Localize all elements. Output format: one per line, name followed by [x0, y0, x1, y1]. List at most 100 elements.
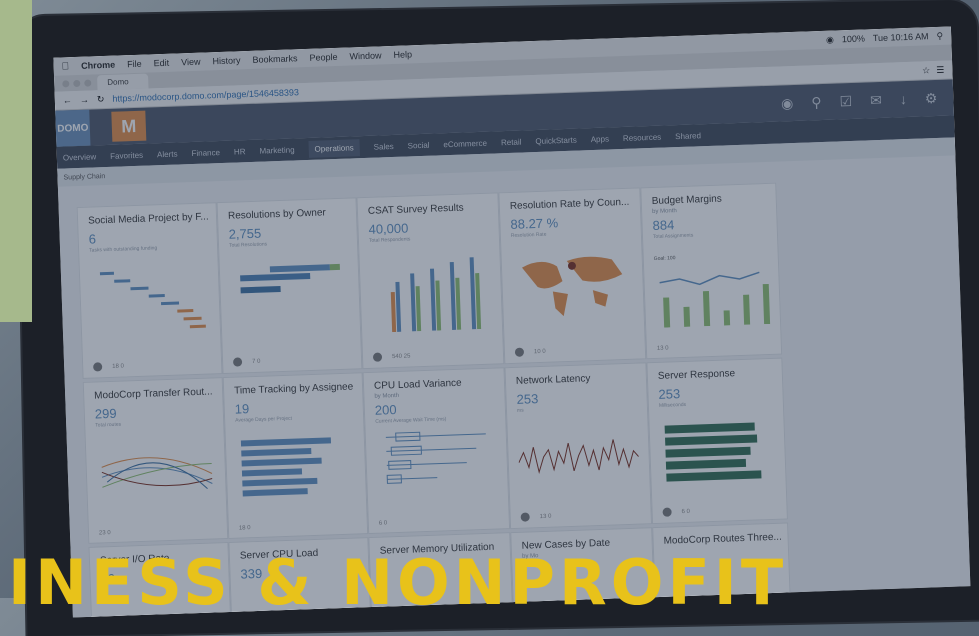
menu-people[interactable]: People [309, 52, 337, 63]
menu-bookmarks[interactable]: Bookmarks [252, 53, 297, 65]
nav-finance[interactable]: Finance [191, 148, 220, 158]
card-value: 299 [94, 405, 117, 422]
card-footer: 6 0 [662, 507, 690, 517]
card-desc: Total Assignments [652, 232, 694, 240]
card-time-tracking[interactable]: Time Tracking by Assignee 19 Average Day… [222, 372, 369, 539]
menu-help[interactable]: Help [393, 49, 412, 60]
profile-menu-icon[interactable]: ⚙ [924, 89, 937, 106]
menu-file[interactable]: File [127, 59, 142, 70]
card-title: ModoCorp Routes Three... [663, 531, 782, 547]
nav-favorites[interactable]: Favorites [110, 150, 143, 160]
bookmark-star-icon[interactable]: ☆ [922, 65, 930, 76]
avatar[interactable] [514, 347, 525, 357]
back-icon[interactable]: ← [63, 95, 72, 105]
nav-quickstarts[interactable]: QuickStarts [535, 135, 577, 145]
domo-logo[interactable]: DOMO [55, 109, 91, 147]
card-value: 40,000 [368, 220, 409, 237]
card-footer: 18 0 [239, 525, 251, 531]
card-stats: 6 0 [681, 508, 691, 515]
spotlight-icon[interactable]: ⚲ [936, 30, 943, 41]
menubar-app-name[interactable]: Chrome [81, 60, 115, 71]
url-field[interactable]: https://modocorp.domo.com/page/154645839… [112, 87, 299, 104]
card-stats: 7 0 [252, 358, 261, 365]
grouped-bar-chart [390, 257, 482, 333]
card-value: 253 [658, 386, 681, 402]
header-icons: ◉ ⚲ ☑ ✉ ↓ ⚙ [781, 89, 954, 112]
download-icon[interactable]: ↓ [899, 91, 907, 108]
maximize-window-button[interactable] [84, 78, 92, 87]
card-server-response[interactable]: Server Response 253 Milliseconds 6 0 [646, 357, 788, 525]
banner-text: INESS & NONPROFIT [8, 546, 788, 619]
card-social-media-project[interactable]: Social Media Project by F... 6 Tasks wit… [76, 202, 223, 379]
nav-ecommerce[interactable]: eCommerce [443, 138, 487, 149]
card-value: 19 [234, 401, 250, 417]
browser-menu-icon[interactable]: ☰ [936, 64, 944, 75]
nav-shared[interactable]: Shared [675, 131, 701, 141]
latency-line-chart [518, 439, 640, 475]
nav-overview[interactable]: Overview [63, 152, 97, 162]
nav-resources[interactable]: Resources [623, 132, 662, 142]
card-desc: Total Respondents [368, 236, 411, 244]
card-transfer-routes[interactable]: ModoCorp Transfer Rout... 299 Total rout… [82, 377, 229, 544]
card-title: Network Latency [515, 373, 591, 387]
world-map-chart [521, 256, 623, 317]
card-title: CSAT Survey Results [367, 202, 464, 217]
avatar[interactable] [93, 362, 103, 372]
card-cpu-load-variance[interactable]: CPU Load Variance by Month 200 Current A… [362, 367, 511, 535]
card-footer: 13 0 [657, 345, 669, 351]
card-stats: 13 0 [539, 513, 552, 520]
card-title: CPU Load Variance [373, 377, 462, 392]
card-desc: Total routes [95, 421, 122, 429]
card-footer: 10 0 [514, 347, 546, 357]
avatar[interactable] [520, 512, 530, 522]
card-desc: Current Average Wait Time (ms) [375, 416, 447, 425]
menu-history[interactable]: History [212, 55, 240, 66]
company-logo[interactable]: M [111, 110, 147, 142]
search-icon[interactable]: ⚲ [811, 94, 822, 111]
chat-icon[interactable]: ✉ [870, 91, 882, 108]
heat-bar-chart [240, 263, 340, 294]
avatar[interactable] [662, 507, 672, 517]
menu-view[interactable]: View [181, 57, 201, 68]
close-window-button[interactable] [62, 79, 70, 87]
card-csat-survey[interactable]: CSAT Survey Results 40,000 Total Respond… [356, 192, 505, 370]
decorative-green-block [0, 0, 32, 322]
card-desc: Tasks with outstanding funding [89, 245, 158, 254]
card-title: Server Response [657, 368, 736, 382]
card-resolution-rate[interactable]: Resolution Rate by Coun... 88.27 % Resol… [498, 187, 647, 365]
nav-operations[interactable]: Operations [308, 138, 360, 158]
globe-icon[interactable]: ◉ [781, 95, 794, 112]
browser-tab[interactable]: Domo [97, 73, 149, 91]
nav-hr[interactable]: HR [234, 147, 246, 156]
card-budget-margins[interactable]: Budget Margins by Month 884 Total Assign… [640, 182, 783, 360]
card-resolutions-by-owner[interactable]: Resolutions by Owner 2,755 Total Resolut… [216, 197, 363, 375]
card-desc: Total Resolutions [228, 241, 268, 249]
card-footer: 23 0 [99, 530, 111, 536]
avatar[interactable] [232, 357, 243, 367]
nav-apps[interactable]: Apps [591, 134, 610, 144]
nav-alerts[interactable]: Alerts [157, 149, 178, 159]
forward-icon[interactable]: → [80, 95, 89, 105]
wifi-icon[interactable]: ◉ [826, 34, 834, 45]
card-subtitle: by Month [374, 392, 400, 400]
bar-line-chart [659, 271, 771, 328]
card-desc: Milliseconds [658, 401, 687, 409]
card-title: Resolution Rate by Coun... [509, 196, 630, 212]
checklist-icon[interactable]: ☑ [839, 92, 852, 109]
menu-edit[interactable]: Edit [154, 58, 170, 69]
reload-icon[interactable]: ↻ [97, 94, 105, 105]
card-stats: 18 0 [112, 363, 124, 370]
minimize-window-button[interactable] [73, 79, 81, 87]
battery-percent: 100% [841, 33, 866, 45]
apple-icon[interactable]:  [62, 61, 70, 72]
avatar[interactable] [372, 352, 383, 362]
nav-marketing[interactable]: Marketing [259, 145, 294, 155]
card-network-latency[interactable]: Network Latency 253 ms 13 0 [504, 362, 653, 530]
nav-sales[interactable]: Sales [374, 141, 394, 151]
nav-social[interactable]: Social [408, 140, 430, 150]
nav-retail[interactable]: Retail [501, 137, 522, 147]
menu-window[interactable]: Window [349, 50, 381, 61]
card-subtitle: by Month [652, 208, 677, 215]
card-stats: 13 0 [656, 345, 669, 352]
card-title: Social Media Project by F... [87, 211, 209, 227]
